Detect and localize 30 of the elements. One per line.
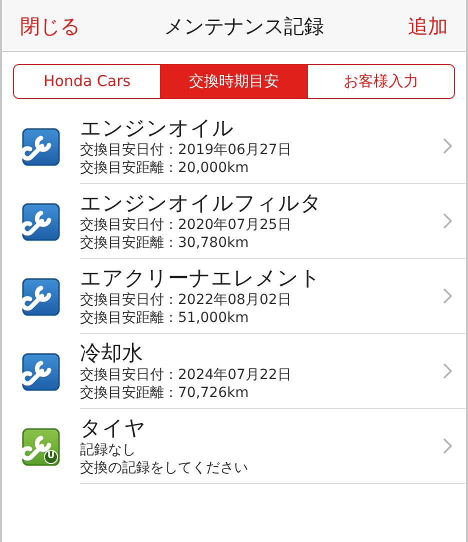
chevron-icon[interactable] — [443, 438, 452, 454]
wrench-icon — [22, 128, 60, 166]
item-detail: 交換目安日付：2024年07月22日 — [80, 366, 292, 384]
item-detail: 交換目安距離：70,726km — [80, 384, 250, 402]
segment-tab[interactable]: お客様入力 — [307, 65, 454, 98]
wrench-icon — [22, 202, 60, 240]
item-title: 冷却水 — [80, 340, 144, 366]
close-button[interactable]: 閉じる — [20, 10, 80, 40]
item-title: エンジンオイル — [80, 116, 235, 140]
item-title: エンジンオイルフィルタ — [80, 190, 323, 216]
wrench-icon — [22, 278, 60, 316]
chevron-icon[interactable] — [443, 363, 452, 379]
wrench-icon — [22, 428, 60, 466]
item-title: タイヤ — [80, 416, 147, 440]
item-detail: 交換目安日付：2020年07月25日 — [80, 216, 292, 234]
item-detail: 記録なし — [80, 440, 137, 458]
screen-title: メンテナンス記録 — [164, 12, 324, 40]
item-detail: 交換目安日付：2022年08月02日 — [80, 290, 292, 308]
item-detail: 交換目安距離：30,780km — [80, 234, 250, 252]
item-detail: 交換目安距離：51,000km — [80, 308, 250, 326]
item-detail: 交換目安日付：2019年06月27日 — [80, 140, 292, 158]
item-detail: 交換目安距離：20,000km — [80, 158, 250, 176]
chevron-icon[interactable] — [443, 213, 452, 229]
segment-tab[interactable]: 交換時期目安 — [160, 65, 307, 98]
wrench-icon — [22, 352, 60, 390]
chevron-icon[interactable] — [443, 288, 452, 304]
chevron-icon[interactable] — [443, 138, 452, 154]
item-detail: 交換の記録をしてください — [80, 458, 249, 476]
add-button[interactable]: 追加 — [408, 10, 448, 40]
item-title: エアクリーナエレメント — [80, 266, 322, 290]
